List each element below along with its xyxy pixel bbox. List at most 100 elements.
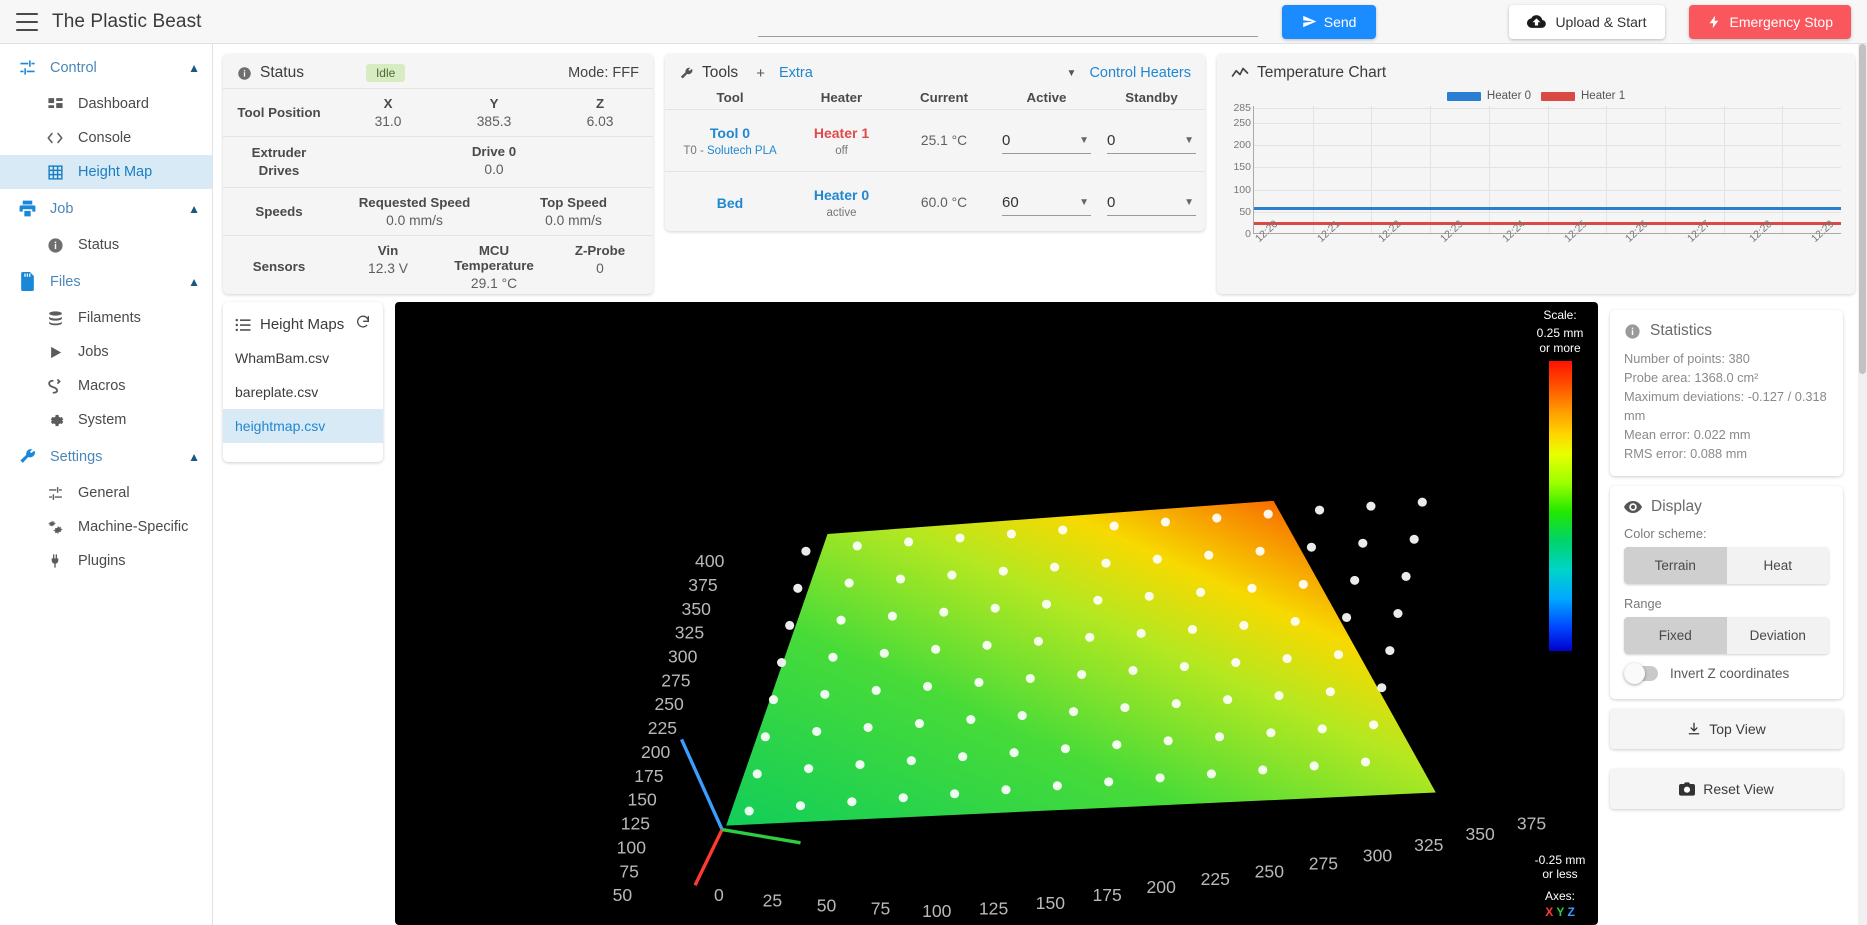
hamburger-icon[interactable] <box>16 12 38 31</box>
macro-icon <box>42 377 68 395</box>
sidebar-item-plugins[interactable]: Plugins <box>0 544 212 578</box>
tool-name-link[interactable]: Bed <box>671 195 789 211</box>
sidebar-item-filaments[interactable]: Filaments <box>0 301 212 335</box>
status-row-label: Extruder Drives <box>251 145 307 178</box>
sidebar-item-status[interactable]: Status <box>0 228 212 262</box>
heightmap-3d-viewer[interactable]: 400 375 350 325 300 275 250 225 200 175 150 12… <box>395 302 1598 925</box>
gcode-input[interactable] <box>757 6 1258 37</box>
chevron-down-icon[interactable]: ▼ <box>1067 68 1077 79</box>
tool-cell: Tool 0 T0 - Solutech PLA <box>671 125 789 157</box>
tool-filament: T0 - Solutech PLA <box>671 145 789 157</box>
status-cell: Y 385.3 <box>441 96 547 129</box>
control-heaters-link[interactable]: Control Heaters <box>1089 65 1191 81</box>
sidebar-item-general[interactable]: General <box>0 476 212 510</box>
statistics-header: Statistics <box>1624 322 1829 340</box>
active-temp-select[interactable]: 0 ▼ <box>1002 128 1091 154</box>
color-scheme-heat-button[interactable]: Heat <box>1726 546 1829 584</box>
status-cell-value: 0.0 mm/s <box>545 212 602 228</box>
chevron-up-icon: ▲ <box>188 60 200 75</box>
chart-y-axis: 285 250 200 150 100 50 0 <box>1225 102 1251 240</box>
info-icon <box>1624 323 1641 340</box>
axis-y-label: Y <box>1556 905 1565 919</box>
color-scheme-terrain-button[interactable]: Terrain <box>1624 546 1727 584</box>
sidebar-item-console[interactable]: Console <box>0 121 212 155</box>
status-cell-value: 31.0 <box>374 114 402 129</box>
svg-text:275: 275 <box>1309 853 1338 873</box>
sidebar-group-settings[interactable]: Settings ▲ <box>0 437 212 476</box>
temperature-chart-title: Temperature Chart <box>1257 64 1387 81</box>
dashboard-icon <box>42 96 68 113</box>
chevron-down-icon: ▼ <box>1079 196 1089 208</box>
sidebar-item-dashboard[interactable]: Dashboard <box>0 87 212 121</box>
sidebar-item-label: System <box>78 412 127 428</box>
svg-text:350: 350 <box>682 599 711 619</box>
status-cell-header: X <box>383 96 393 111</box>
info-icon <box>42 237 68 254</box>
app-root: The Plastic Beast Send Upload & Start Em… <box>0 0 1867 925</box>
scrollbar-thumb[interactable] <box>1859 44 1866 374</box>
camera-icon <box>1679 781 1696 796</box>
list-item[interactable]: WhamBam.csv <box>223 341 383 375</box>
temperature-chart-plot: 285 250 200 150 100 50 0 12:20 12:21 12:… <box>1225 102 1845 274</box>
stat-number-of-points: Number of points: 380 <box>1624 351 1750 366</box>
sidebar-item-height-map[interactable]: Height Map <box>0 155 212 189</box>
emergency-stop-label: Emergency Stop <box>1729 13 1834 30</box>
heightmap-mesh: 400375 350325 300275 250225 200175 15012… <box>613 497 1546 921</box>
heater-name-link[interactable]: Heater 0 <box>789 187 894 203</box>
chevron-up-icon: ▲ <box>188 274 200 289</box>
list-item[interactable]: bareplate.csv <box>223 375 383 409</box>
bottom-row: Height Maps WhamBam.csv bareplate.csv he… <box>213 294 1867 925</box>
standby-temp-select[interactable]: 0 ▼ <box>1107 128 1196 154</box>
send-button[interactable]: Send <box>1281 4 1377 39</box>
refresh-icon[interactable] <box>355 314 371 335</box>
status-cell: X 31.0 <box>335 96 441 129</box>
sidebar-item-jobs[interactable]: Jobs <box>0 335 212 369</box>
legend-item[interactable]: Heater 1 <box>1541 90 1625 102</box>
gear-icon <box>42 412 68 429</box>
send-label: Send <box>1323 13 1357 30</box>
sidebar-item-macros[interactable]: Macros <box>0 369 212 403</box>
height-maps-header: Height Maps <box>223 302 383 341</box>
standby-temp-select[interactable]: 0 ▼ <box>1107 190 1196 216</box>
emergency-stop-button[interactable]: Emergency Stop <box>1688 4 1851 39</box>
info-icon <box>237 66 252 81</box>
range-deviation-button[interactable]: Deviation <box>1726 616 1829 654</box>
sidebar-item-label: Macros <box>78 378 126 394</box>
height-maps-card: Height Maps WhamBam.csv bareplate.csv he… <box>223 302 383 462</box>
invert-z-toggle[interactable] <box>1624 662 1658 684</box>
sidebar-item-label: Status <box>78 237 120 253</box>
statistics-title: Statistics <box>1650 322 1713 339</box>
status-cell-header: Z-Probe <box>574 242 626 258</box>
add-tool-icon[interactable]: + <box>756 65 765 82</box>
filament-link[interactable]: Solutech PLA <box>707 145 777 157</box>
active-temp-select[interactable]: 60 ▼ <box>1002 190 1091 216</box>
status-cell-header: Drive 0 <box>471 144 517 159</box>
tool-name-link[interactable]: Tool 0 <box>671 125 789 141</box>
list-item[interactable]: heightmap.csv <box>223 409 383 443</box>
sidebar-item-machine-specific[interactable]: Machine-Specific <box>0 510 212 544</box>
reset-view-button[interactable]: Reset View <box>1610 768 1843 809</box>
top-view-button[interactable]: Top View <box>1610 708 1843 749</box>
svg-text:150: 150 <box>1036 893 1065 913</box>
range-toggle-group: Fixed Deviation <box>1624 616 1829 654</box>
upload-start-button[interactable]: Upload & Start <box>1509 4 1665 39</box>
cogs-icon <box>42 518 68 536</box>
sidebar-group-job[interactable]: Job ▲ <box>0 189 212 228</box>
status-card: Status Idle Mode: FFF Tool Position X 31… <box>223 54 653 294</box>
legend-item[interactable]: Heater 0 <box>1446 90 1531 102</box>
color-gradient-bar <box>1548 361 1572 651</box>
status-cell-value: 0.0 <box>484 162 504 177</box>
range-fixed-button[interactable]: Fixed <box>1624 616 1727 654</box>
extra-link[interactable]: Extra <box>779 65 813 81</box>
body-row: Control ▲ Dashboard Console Height Map J… <box>0 44 1867 925</box>
heater-name-link[interactable]: Heater 1 <box>789 125 894 141</box>
y-tick: 150 <box>1233 161 1251 173</box>
svg-text:250: 250 <box>655 694 684 714</box>
sidebar-item-system[interactable]: System <box>0 403 212 437</box>
sidebar-group-control[interactable]: Control ▲ <box>0 48 212 87</box>
svg-text:250: 250 <box>1255 861 1284 881</box>
svg-text:275: 275 <box>661 671 690 691</box>
svg-text:375: 375 <box>688 575 717 595</box>
page-scrollbar[interactable] <box>1858 44 1867 925</box>
sidebar-group-files[interactable]: Files ▲ <box>0 262 212 301</box>
